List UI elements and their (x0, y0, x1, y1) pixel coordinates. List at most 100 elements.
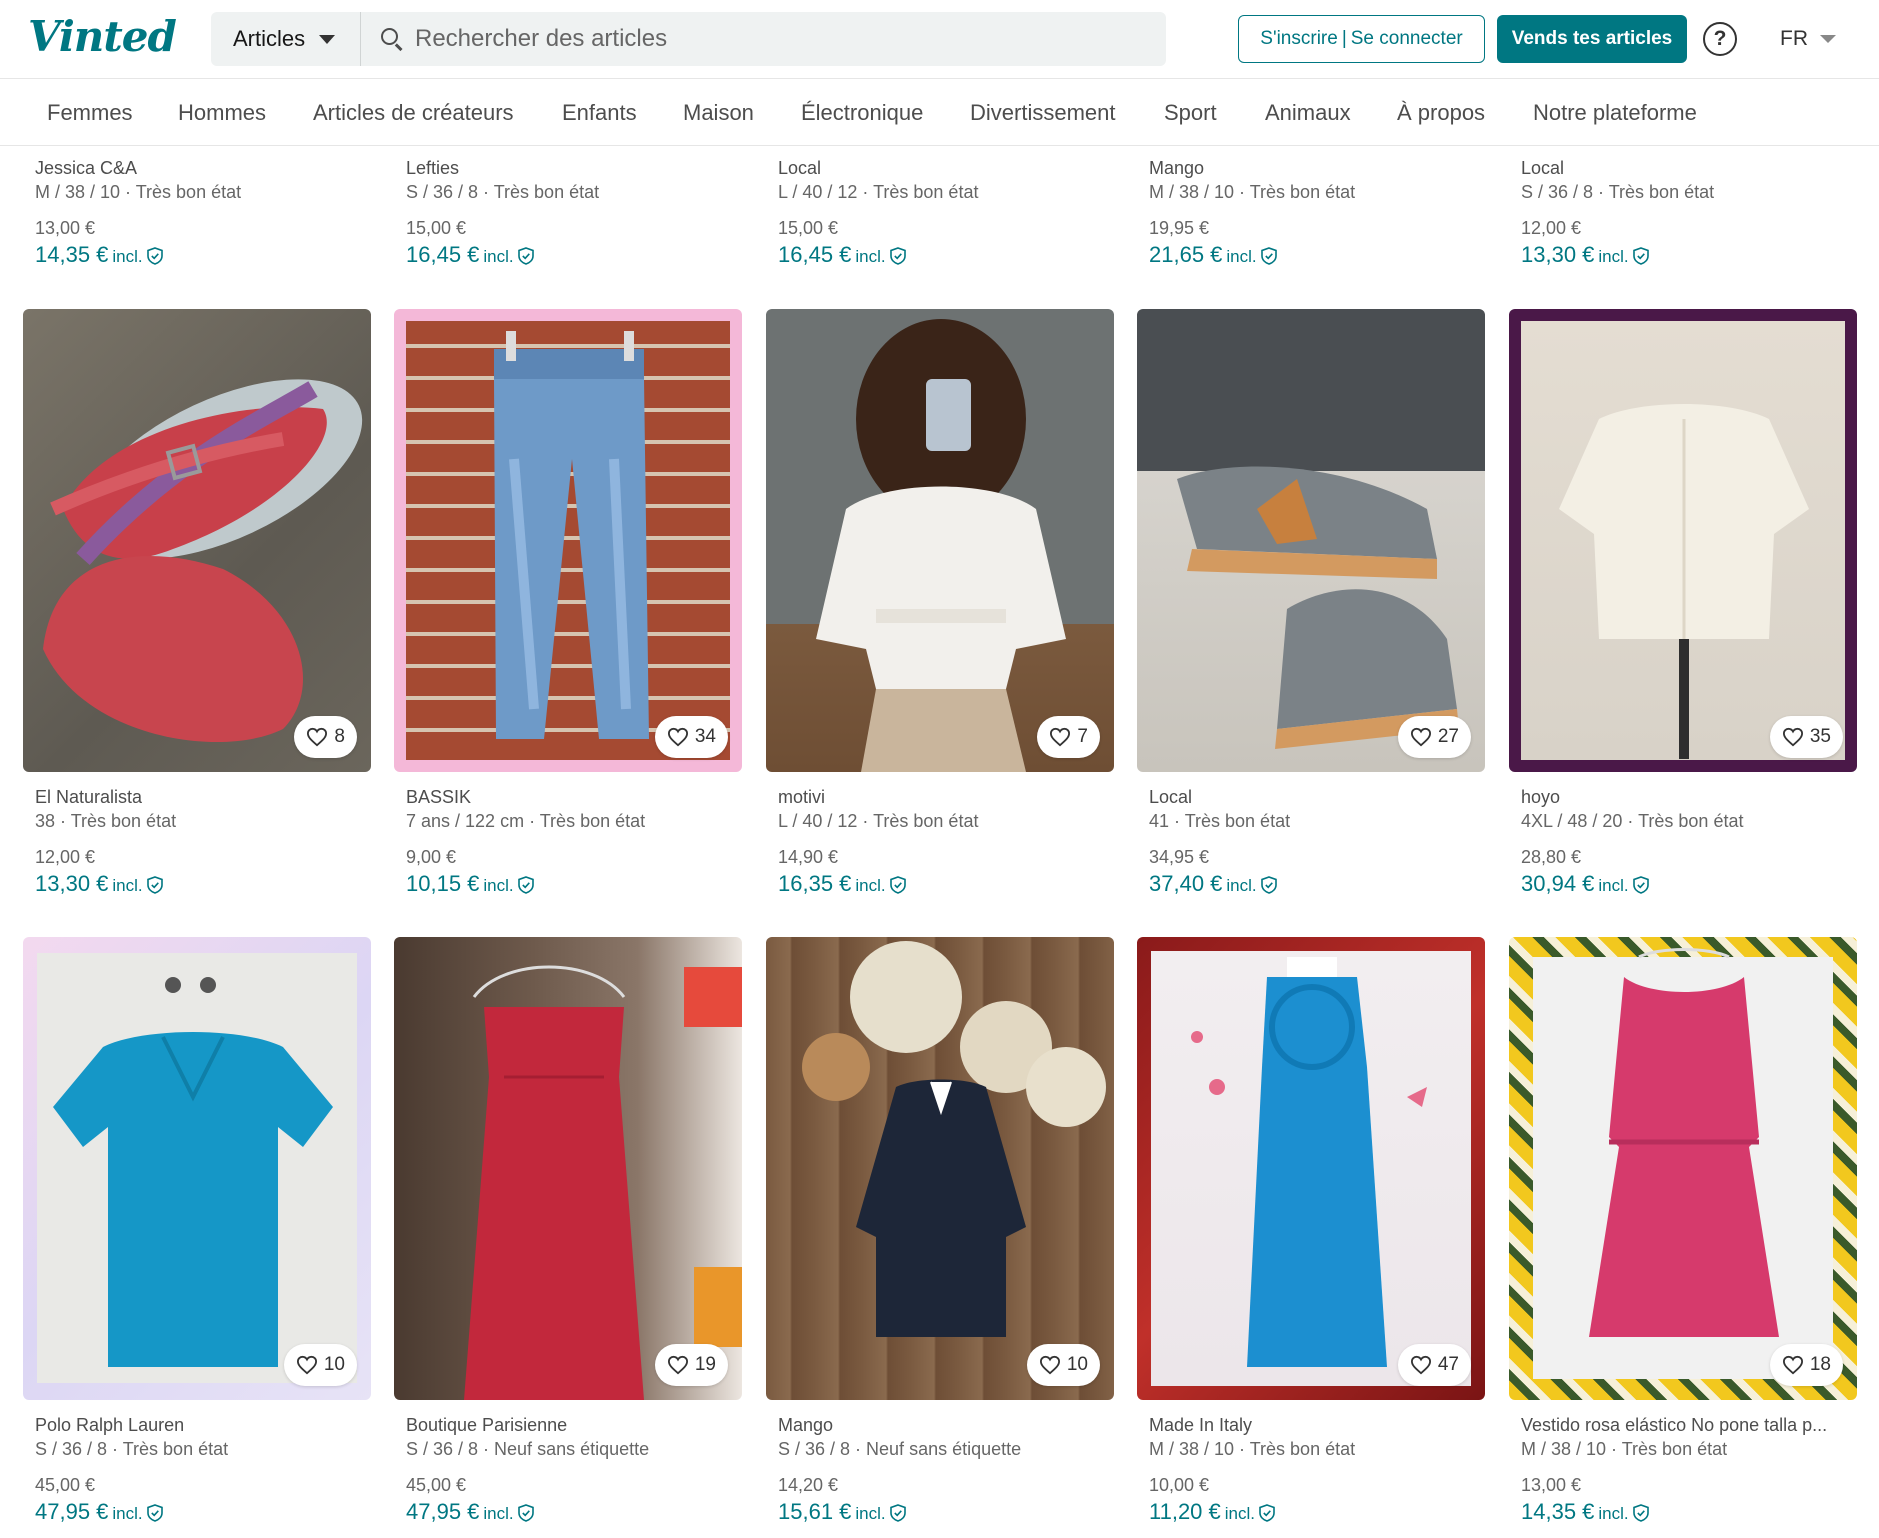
item-brand: Local (778, 158, 822, 178)
favorite-button[interactable]: 34 (654, 716, 728, 758)
nav-item-createurs[interactable]: Articles de créateurs (313, 100, 514, 126)
item-photo[interactable]: 10 (23, 937, 371, 1400)
nav-item-femmes[interactable]: Femmes (47, 100, 133, 126)
item-brand: El Naturalista (35, 787, 143, 807)
item-price-incl: 16,45 € incl. (778, 240, 1114, 272)
category-select[interactable]: Articles (211, 12, 361, 66)
favorite-button[interactable]: 10 (283, 1344, 357, 1386)
shield-icon (1260, 876, 1277, 894)
chevron-down-icon (319, 34, 336, 44)
item-card[interactable]: 10 Mango S / 36 / 8 · Neuf sans étiquett… (766, 937, 1114, 1529)
nav-item-a-propos[interactable]: À propos (1397, 100, 1485, 126)
favorite-button[interactable]: 47 (1397, 1344, 1471, 1386)
item-size: M / 38 / 10 · Très bon état (1521, 1439, 1728, 1459)
favorite-button[interactable]: 10 (1026, 1344, 1100, 1386)
nav-item-hommes[interactable]: Hommes (178, 100, 266, 126)
chevron-down-icon (1820, 35, 1836, 43)
item-photo[interactable]: 34 (394, 309, 742, 772)
item-card[interactable]: Jessica C&A M / 38 / 10 · Très bon état … (23, 156, 371, 272)
item-size: 38 · Très bon état (35, 811, 177, 831)
favorite-button[interactable]: 35 (1769, 716, 1843, 758)
item-card[interactable]: 34 BASSIK 7 ans / 122 cm · Très bon état… (394, 309, 742, 901)
item-photo[interactable]: 35 (1509, 309, 1857, 772)
vinted-logo[interactable]: Vinted (28, 12, 177, 61)
item-card[interactable]: Mango M / 38 / 10 · Très bon état 19,95 … (1137, 156, 1485, 272)
item-card[interactable]: 47 Made In Italy M / 38 / 10 · Très bon … (1137, 937, 1485, 1529)
shield-icon (889, 876, 906, 894)
item-size: M / 38 / 10 · Très bon état (35, 182, 242, 202)
heart-icon (667, 727, 688, 747)
item-size: L / 40 / 12 · Très bon état (778, 811, 979, 831)
item-card[interactable]: 18 Vestido rosa elástico No pone talla p… (1509, 937, 1857, 1529)
item-price: 28,80 € (1521, 847, 1582, 867)
nav-item-plateforme[interactable]: Notre plateforme (1533, 100, 1697, 126)
item-price: 10,00 € (1149, 1475, 1210, 1495)
sell-items-button[interactable]: Vends tes articles (1497, 15, 1687, 63)
favorite-button[interactable]: 8 (294, 716, 357, 758)
item-price: 12,00 € (1521, 218, 1582, 238)
item-brand: Vestido rosa elástico No pone talla p... (1521, 1415, 1828, 1435)
shield-icon (1632, 1504, 1649, 1522)
item-price: 45,00 € (406, 1475, 467, 1495)
favorite-count: 7 (1077, 726, 1088, 747)
item-price-incl: 13,30 € incl. (35, 869, 371, 901)
item-photo[interactable]: 7 (766, 309, 1114, 772)
heart-icon (1782, 727, 1803, 747)
item-size: S / 36 / 8 · Neuf sans étiquette (778, 1439, 1022, 1459)
login-label: Se connecter (1350, 28, 1463, 49)
item-photo[interactable]: 47 (1137, 937, 1485, 1400)
item-price-incl: 14,35 € incl. (35, 240, 371, 272)
favorite-count: 10 (1066, 1354, 1088, 1375)
item-size: L / 40 / 12 · Très bon état (778, 182, 979, 202)
item-size: 7 ans / 122 cm · Très bon état (406, 811, 646, 831)
login-signup-button[interactable]: S'inscrire | Se connecter (1238, 15, 1485, 63)
favorite-button[interactable]: 19 (654, 1344, 728, 1386)
item-price: 13,00 € (35, 218, 96, 238)
item-brand: Polo Ralph Lauren (35, 1415, 185, 1435)
item-card[interactable]: 35 hoyo 4XL / 48 / 20 · Très bon état 28… (1509, 309, 1857, 901)
item-card[interactable]: 27 Local 41 · Très bon état 34,95 € 37,4… (1137, 309, 1485, 901)
item-price: 15,00 € (406, 218, 467, 238)
language-select[interactable]: FR (1780, 27, 1836, 51)
item-size: S / 36 / 8 · Neuf sans étiquette (406, 1439, 650, 1459)
nav-item-divertissement[interactable]: Divertissement (970, 100, 1115, 126)
item-price-incl: 15,61 € incl. (778, 1497, 1114, 1529)
item-card[interactable]: 7 motivi L / 40 / 12 · Très bon état 14,… (766, 309, 1114, 901)
heart-icon (1782, 1355, 1803, 1375)
favorite-count: 19 (694, 1354, 716, 1375)
item-photo[interactable]: 8 (23, 309, 371, 772)
nav-item-electronique[interactable]: Électronique (801, 100, 923, 126)
search-input[interactable] (415, 25, 1115, 53)
item-card[interactable]: 8 El Naturalista 38 · Très bon état 12,0… (23, 309, 371, 901)
shield-icon (146, 1504, 163, 1522)
item-card[interactable]: Local L / 40 / 12 · Très bon état 15,00 … (766, 156, 1114, 272)
item-brand: Boutique Parisienne (406, 1415, 568, 1435)
item-size: 4XL / 48 / 20 · Très bon état (1521, 811, 1744, 831)
item-size: 41 · Très bon état (1149, 811, 1291, 831)
item-card[interactable]: Lefties S / 36 / 8 · Très bon état 15,00… (394, 156, 742, 272)
shield-icon (517, 876, 534, 894)
item-price-incl: 47,95 € incl. (406, 1497, 742, 1529)
item-card[interactable]: Local S / 36 / 8 · Très bon état 12,00 €… (1509, 156, 1857, 272)
item-brand: Lefties (406, 158, 460, 178)
shield-icon (517, 247, 534, 265)
nav-item-enfants[interactable]: Enfants (562, 100, 637, 126)
favorite-button[interactable]: 7 (1037, 716, 1100, 758)
item-price-incl: 14,35 € incl. (1521, 1497, 1857, 1529)
shield-icon (146, 247, 163, 265)
nav-item-animaux[interactable]: Animaux (1265, 100, 1351, 126)
item-photo[interactable]: 27 (1137, 309, 1485, 772)
item-card[interactable]: 10 Polo Ralph Lauren S / 36 / 8 · Très b… (23, 937, 371, 1529)
item-price: 14,20 € (778, 1475, 839, 1495)
item-photo[interactable]: 10 (766, 937, 1114, 1400)
nav-item-maison[interactable]: Maison (683, 100, 754, 126)
item-photo[interactable]: 18 (1509, 937, 1857, 1400)
item-card[interactable]: 19 Boutique Parisienne S / 36 / 8 · Neuf… (394, 937, 742, 1529)
help-icon[interactable]: ? (1703, 22, 1737, 56)
favorite-button[interactable]: 18 (1769, 1344, 1843, 1386)
item-photo[interactable]: 19 (394, 937, 742, 1400)
nav-item-sport[interactable]: Sport (1164, 100, 1217, 126)
item-size: M / 38 / 10 · Très bon état (1149, 182, 1356, 202)
heart-icon (1410, 1355, 1431, 1375)
favorite-button[interactable]: 27 (1397, 716, 1471, 758)
